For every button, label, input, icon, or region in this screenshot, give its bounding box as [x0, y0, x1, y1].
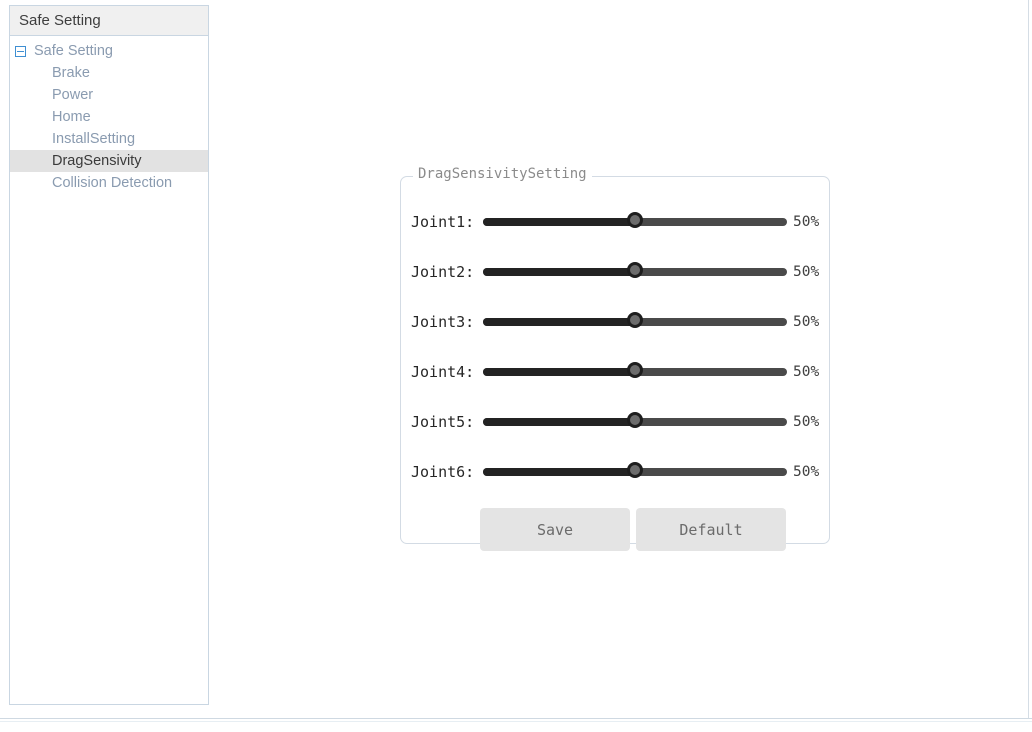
sidebar-item-home[interactable]: Home	[10, 106, 208, 128]
slider-joint5[interactable]	[483, 412, 787, 431]
slider-row-joint2: Joint2: 50%	[401, 247, 829, 297]
slider-handle[interactable]	[627, 212, 643, 228]
slider-fill	[483, 218, 635, 226]
slider-fill	[483, 368, 635, 376]
slider-fill	[483, 318, 635, 326]
panel-header-label: Safe Setting	[19, 12, 101, 29]
groupbox-title: DragSensivitySetting	[413, 166, 592, 182]
slider-joint3[interactable]	[483, 312, 787, 331]
slider-joint4[interactable]	[483, 362, 787, 381]
joint-label: Joint6:	[411, 463, 475, 481]
joint-label: Joint3:	[411, 313, 475, 331]
slider-value-label: 50%	[793, 464, 820, 480]
joint-label: Joint2:	[411, 263, 475, 281]
joint-label: Joint1:	[411, 213, 475, 231]
joint-label: Joint5:	[411, 413, 475, 431]
sidebar-item-label: InstallSetting	[52, 130, 136, 147]
slider-joint6[interactable]	[483, 462, 787, 481]
action-button-row: Save Default	[480, 508, 786, 551]
slider-joint1[interactable]	[483, 212, 787, 231]
sidebar-item-installsetting[interactable]: InstallSetting	[10, 128, 208, 150]
sidebar-item-power[interactable]: Power	[10, 84, 208, 106]
slider-handle[interactable]	[627, 412, 643, 428]
sidebar-item-dragsensivity[interactable]: DragSensivity	[10, 150, 208, 172]
tree-root-label: Safe Setting	[34, 42, 113, 59]
slider-value-label: 50%	[793, 414, 820, 430]
slider-handle[interactable]	[627, 362, 643, 378]
slider-fill	[483, 268, 635, 276]
slider-fill	[483, 468, 635, 476]
status-divider-secondary	[0, 721, 1032, 722]
slider-handle[interactable]	[627, 462, 643, 478]
slider-joint2[interactable]	[483, 262, 787, 281]
slider-value-label: 50%	[793, 264, 820, 280]
application-window: Safe Setting Safe Setting Brake Power Ho…	[0, 0, 1032, 732]
joint-label: Joint4:	[411, 363, 475, 381]
slider-row-joint6: Joint6: 50%	[401, 447, 829, 497]
panel-header: Safe Setting	[10, 6, 208, 36]
slider-value-label: 50%	[793, 364, 820, 380]
status-divider	[0, 718, 1032, 719]
sidebar-item-label: Home	[52, 108, 91, 125]
sidebar-item-label: Brake	[52, 64, 90, 81]
window-right-border	[1028, 0, 1029, 718]
sidebar-item-label: Collision Detection	[52, 174, 173, 191]
collapse-minus-icon[interactable]	[15, 45, 26, 57]
sidebar-item-label: Power	[52, 86, 94, 103]
slider-handle[interactable]	[627, 262, 643, 278]
save-button[interactable]: Save	[480, 508, 630, 551]
slider-handle[interactable]	[627, 312, 643, 328]
drag-sensivity-groupbox: DragSensivitySetting Joint1: 50% Joint2:	[400, 166, 830, 551]
default-button[interactable]: Default	[636, 508, 786, 551]
slider-value-label: 50%	[793, 214, 820, 230]
tree-body: Safe Setting Brake Power Home InstallSet…	[10, 36, 208, 194]
sidebar-item-label: DragSensivity	[52, 152, 142, 169]
slider-row-joint1: Joint1: 50%	[401, 197, 829, 247]
tree-root-safe-setting[interactable]: Safe Setting	[10, 40, 208, 62]
slider-list: Joint1: 50% Joint2: 50% Joint3: 50% Join…	[401, 197, 829, 497]
sidebar-item-collision-detection[interactable]: Collision Detection	[10, 172, 208, 194]
slider-row-joint3: Joint3: 50%	[401, 297, 829, 347]
safe-setting-tree-panel: Safe Setting Safe Setting Brake Power Ho…	[9, 5, 209, 705]
slider-row-joint4: Joint4: 50%	[401, 347, 829, 397]
slider-value-label: 50%	[793, 314, 820, 330]
sidebar-item-brake[interactable]: Brake	[10, 62, 208, 84]
slider-fill	[483, 418, 635, 426]
slider-row-joint5: Joint5: 50%	[401, 397, 829, 447]
